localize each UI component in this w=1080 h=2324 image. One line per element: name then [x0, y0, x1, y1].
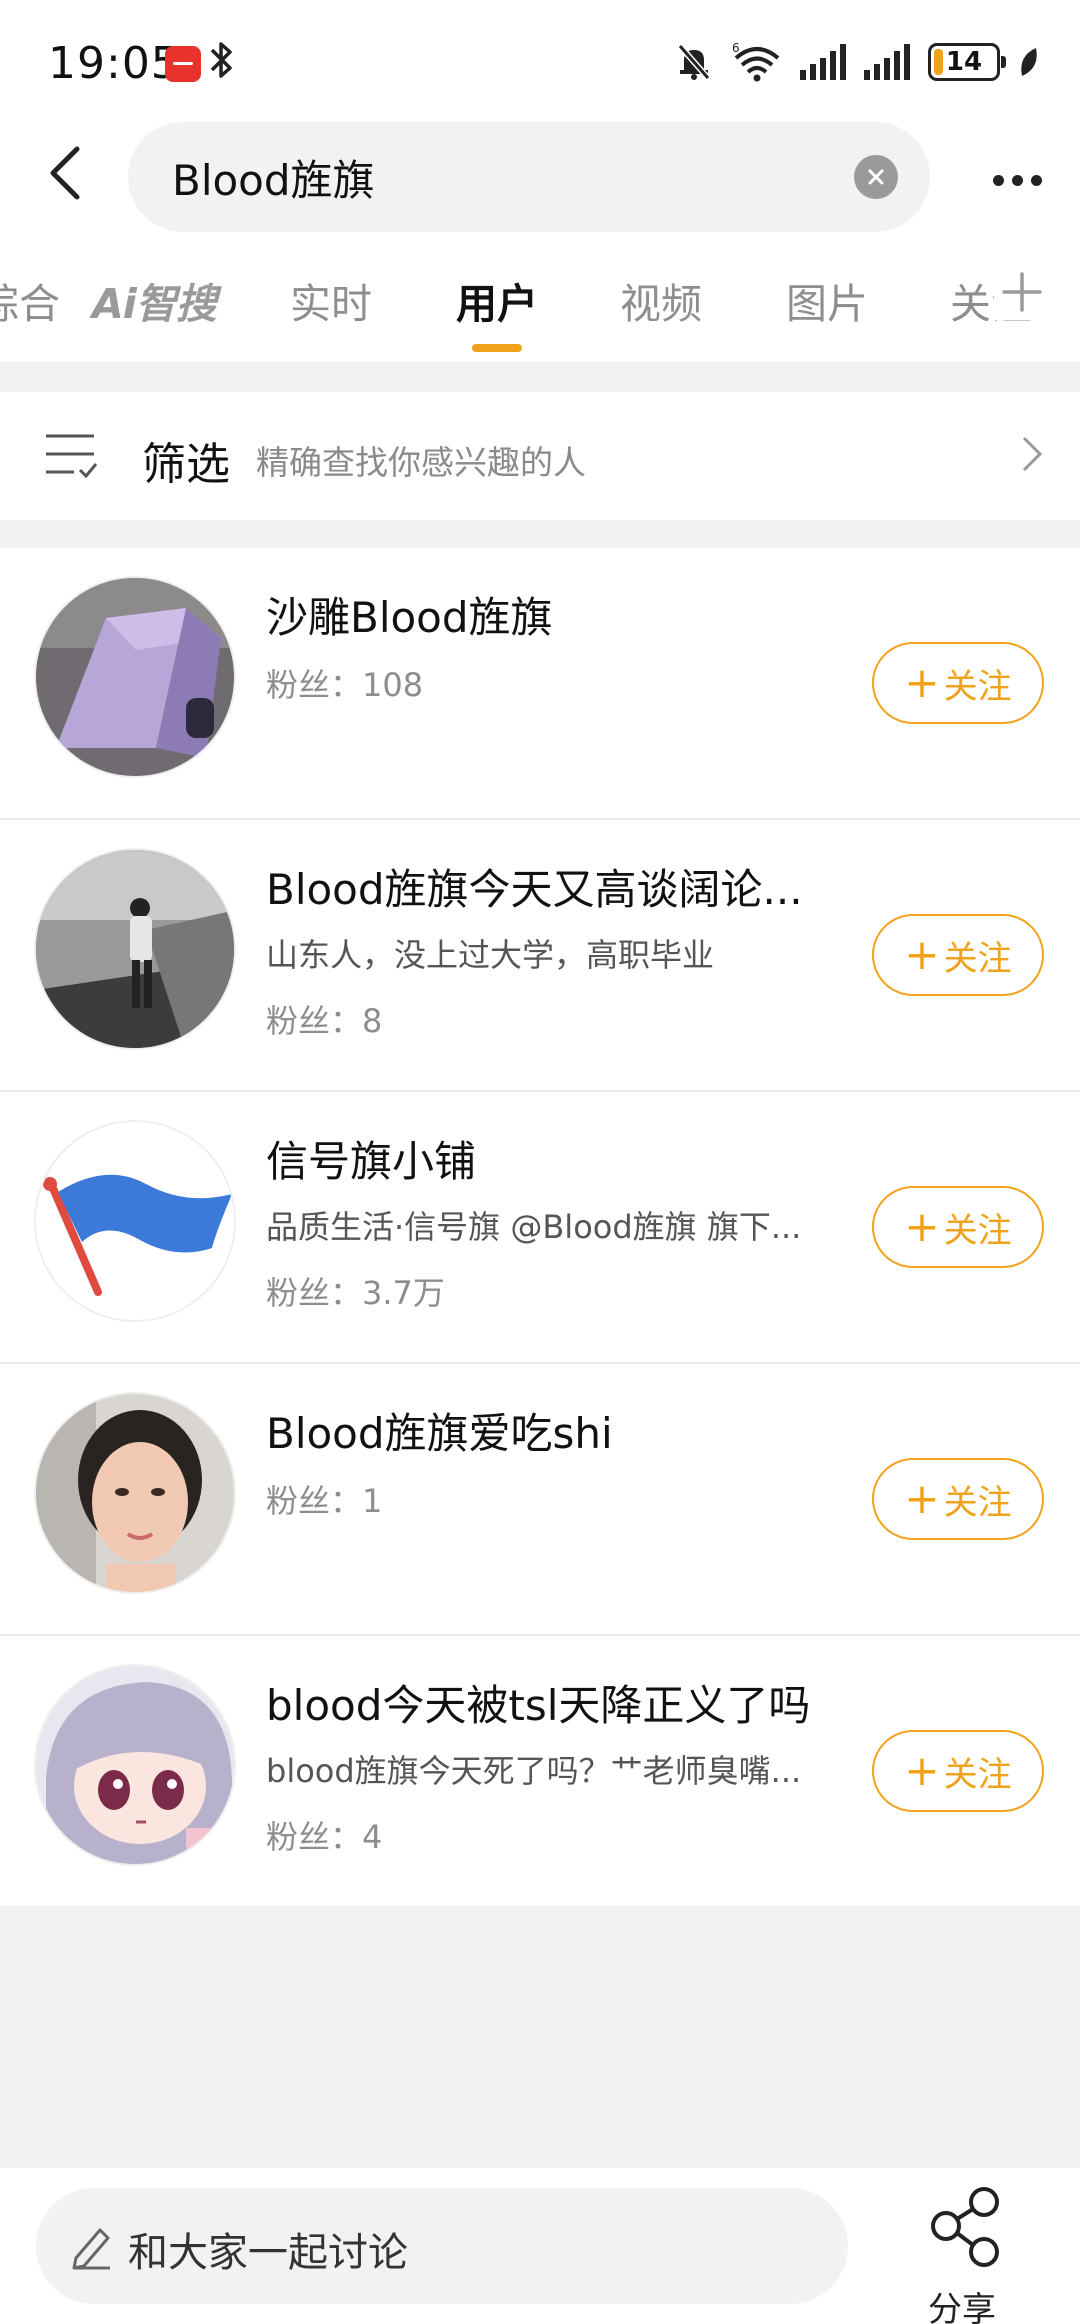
fans-count: 粉丝：3.7万 — [266, 1274, 445, 1312]
signal-icon — [800, 44, 846, 80]
status-icons: 6 14 — [674, 40, 1040, 84]
user-name[interactable]: blood今天被tsl天降正义了吗 — [266, 1672, 810, 1733]
leaf-icon — [1021, 48, 1037, 76]
dot-icon — [992, 174, 1004, 186]
follow-label: 关注 — [943, 1210, 1012, 1251]
filter-icon — [46, 434, 98, 479]
share-label: 分享 — [928, 2290, 996, 2324]
tab-realtime[interactable]: 实时 — [290, 270, 372, 330]
dot-icon — [1011, 174, 1023, 186]
app-icon — [165, 46, 201, 82]
fans-count: 粉丝：108 — [266, 666, 424, 704]
follow-button[interactable]: + 关注 — [872, 642, 1044, 724]
tab-images[interactable]: 图片 — [786, 270, 868, 330]
avatar — [34, 848, 236, 1050]
user-description: blood旌旗今天死了吗？艹老师臭嘴... — [266, 1752, 802, 1790]
plus-icon: + — [904, 930, 940, 979]
plus-icon: + — [904, 1474, 940, 1523]
plus-icon: + — [904, 1202, 940, 1251]
filter-subtitle: 精确查找你感兴趣的人 — [256, 443, 586, 482]
status-time: 19:05 — [48, 38, 180, 89]
bottom-bar: 和大家一起讨论 分享 — [0, 2168, 1080, 2324]
search-header — [0, 120, 1080, 240]
avatar — [34, 576, 236, 778]
tab-users[interactable]: 用户 — [456, 270, 538, 330]
close-icon — [868, 169, 884, 185]
battery-icon: 14 — [928, 43, 1006, 81]
clear-search-button[interactable] — [854, 155, 898, 199]
user-row[interactable]: blood今天被tsl天降正义了吗 blood旌旗今天死了吗？艹老师臭嘴... … — [0, 1636, 1080, 1906]
battery-text: 14 — [945, 47, 983, 77]
tab-all[interactable]: 综合 — [0, 270, 60, 330]
share-button[interactable]: 分享 — [920, 2182, 1010, 2324]
pencil-icon — [72, 2228, 110, 2270]
search-tabs: 综合 Ai智搜 实时 用户 视频 图片 关注 — [0, 240, 1080, 362]
share-icon — [931, 2187, 999, 2267]
filter-bar[interactable]: 筛选 精确查找你感兴趣的人 — [0, 392, 1080, 520]
user-row[interactable]: 信号旗小铺 品质生活·信号旗 @Blood旌旗 旗下... 粉丝：3.7万 + 关… — [0, 1092, 1080, 1364]
plus-icon: + — [904, 1746, 940, 1795]
avatar — [34, 1664, 236, 1866]
tab-ai-search[interactable]: Ai智搜 — [92, 270, 217, 330]
follow-button[interactable]: + 关注 — [872, 1458, 1044, 1540]
fans-count: 粉丝：4 — [266, 1818, 383, 1856]
chevron-left-icon — [50, 146, 80, 200]
follow-label: 关注 — [943, 938, 1012, 979]
user-name[interactable]: Blood旌旗今天又高谈阔论... — [266, 856, 803, 917]
follow-label: 关注 — [943, 1754, 1012, 1795]
svg-text:6: 6 — [732, 42, 740, 55]
follow-label: 关注 — [943, 666, 1012, 707]
avatar — [34, 1392, 236, 1594]
plus-icon — [1002, 272, 1042, 312]
discuss-placeholder: 和大家一起讨论 — [128, 2230, 408, 2276]
user-description: 山东人，没上过大学，高职毕业 — [266, 936, 715, 974]
user-row[interactable]: 沙雕Blood旌旗 粉丝：108 + 关注 — [0, 548, 1080, 820]
follow-button[interactable]: + 关注 — [872, 914, 1044, 996]
tab-video[interactable]: 视频 — [620, 270, 702, 330]
user-list: 沙雕Blood旌旗 粉丝：108 + 关注 Blood旌旗今天又高谈阔论... … — [0, 548, 1080, 1906]
add-tab-button[interactable] — [994, 264, 1050, 320]
filter-title: 筛选 — [142, 439, 230, 490]
search-box[interactable] — [128, 122, 930, 232]
search-input[interactable] — [172, 122, 822, 232]
follow-button[interactable]: + 关注 — [872, 1186, 1044, 1268]
more-button[interactable] — [982, 150, 1052, 210]
fans-count: 粉丝：8 — [266, 1002, 383, 1040]
status-bar: 19:05 6 14 — [0, 0, 1080, 120]
back-button[interactable] — [30, 138, 100, 208]
mute-bell-icon — [677, 44, 711, 80]
user-name[interactable]: 沙雕Blood旌旗 — [266, 584, 553, 645]
wifi-icon: 6 — [732, 42, 780, 82]
avatar — [34, 1120, 236, 1322]
active-tab-indicator — [472, 344, 522, 352]
bluetooth-icon — [208, 38, 236, 92]
follow-button[interactable]: + 关注 — [872, 1730, 1044, 1812]
follow-label: 关注 — [943, 1482, 1012, 1523]
user-description: 品质生活·信号旗 @Blood旌旗 旗下... — [266, 1208, 802, 1246]
signal-icon — [864, 44, 910, 80]
user-name[interactable]: 信号旗小铺 — [266, 1128, 476, 1189]
dot-icon — [1030, 174, 1042, 186]
discuss-input[interactable]: 和大家一起讨论 — [36, 2188, 848, 2304]
search-results-page: 19:05 6 14 Blood旌旗 合 Ai智搜 实时 用户 视频 图片 关注… — [0, 0, 1080, 2324]
plus-icon: + — [904, 658, 940, 707]
fans-count: 粉丝：1 — [266, 1482, 383, 1520]
user-row[interactable]: Blood旌旗今天又高谈阔论... 山东人，没上过大学，高职毕业 粉丝：8 + 关… — [0, 820, 1080, 1092]
chevron-right-icon — [1022, 436, 1043, 472]
user-name[interactable]: Blood旌旗爱吃shi — [266, 1400, 613, 1461]
user-row[interactable]: Blood旌旗爱吃shi 粉丝：1 + 关注 — [0, 1364, 1080, 1636]
